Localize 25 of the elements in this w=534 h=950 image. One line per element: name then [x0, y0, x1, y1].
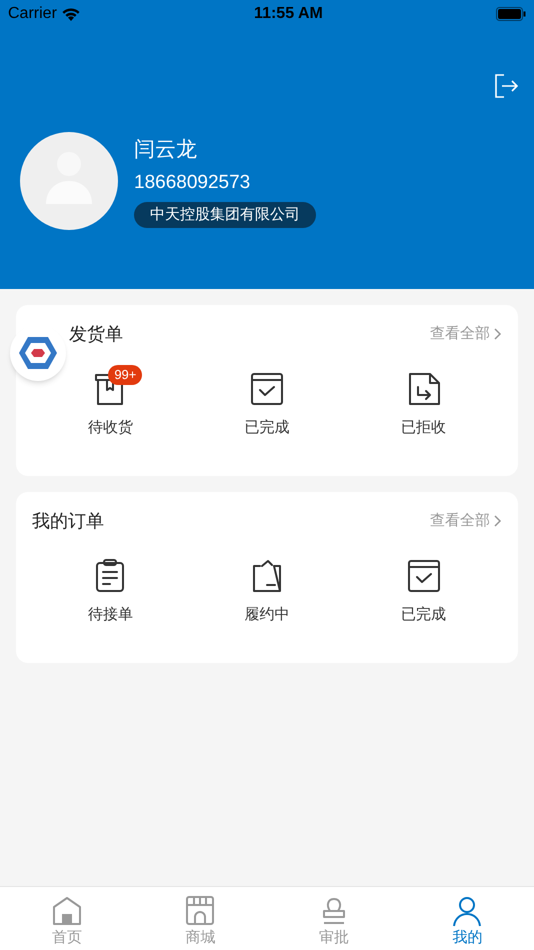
hexagon-logo-icon	[18, 335, 58, 371]
company-tag: 中天控股集团有限公司	[134, 202, 316, 228]
order-status-item[interactable]: 已完成	[345, 546, 502, 626]
order-status-item[interactable]: 履约中	[188, 546, 346, 626]
order-status-item[interactable]: 待接单	[32, 546, 189, 626]
section-title: 我的订单	[32, 510, 104, 532]
calendar-check-icon	[406, 558, 442, 594]
battery-icon	[496, 7, 526, 21]
tab-item[interactable]: 我的	[400, 887, 534, 950]
order-status-item[interactable]: 已完成	[188, 359, 346, 440]
user-name: 闫云龙	[134, 136, 197, 163]
chevron-right-icon	[494, 515, 502, 527]
wifi-icon	[60, 6, 81, 22]
calendar-check-icon	[248, 371, 285, 407]
logout-icon[interactable]	[494, 74, 518, 98]
status-time: 11:55 AM	[254, 4, 323, 24]
section-title: 发货单	[68, 322, 123, 346]
person-icon	[451, 895, 484, 927]
chevron-right-icon	[494, 328, 502, 340]
count-badge: 99+	[108, 365, 142, 385]
phone-number: 18668092573	[134, 171, 250, 196]
house-icon	[50, 895, 83, 927]
storefront-icon	[184, 895, 216, 927]
order-status-item[interactable]: 已拒收	[345, 359, 502, 440]
carrier-label: Carrier	[8, 4, 57, 24]
